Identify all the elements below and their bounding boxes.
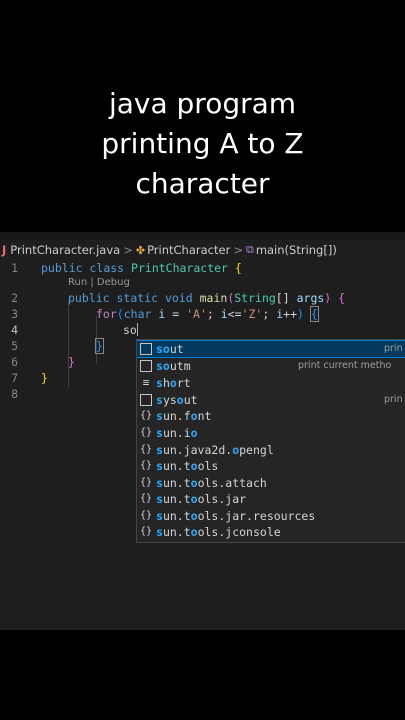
code-line-3[interactable]: for(char i = 'A'; i<='Z'; i++) { bbox=[96, 306, 319, 322]
semicolon: ; bbox=[262, 307, 270, 321]
paren: ) bbox=[324, 291, 332, 305]
line-number: 1 bbox=[11, 261, 18, 275]
code-line-4[interactable]: so bbox=[123, 322, 138, 338]
operator: ++ bbox=[283, 307, 298, 321]
braces-icon: {} bbox=[140, 510, 153, 521]
semicolon: ; bbox=[206, 307, 214, 321]
braces-icon: {} bbox=[140, 526, 153, 537]
variable: i bbox=[158, 307, 166, 321]
video-caption: java program printing A to Z character bbox=[0, 84, 405, 204]
suggestion-widget[interactable]: sout prin soutm print current metho ≡ sh… bbox=[136, 339, 405, 543]
snippet-icon bbox=[140, 394, 152, 406]
line-number: 6 bbox=[11, 355, 18, 369]
text-cursor bbox=[136, 323, 138, 336]
parameter: args bbox=[296, 291, 325, 305]
char-literal: 'A' bbox=[186, 307, 207, 321]
braces-icon: {} bbox=[140, 444, 153, 455]
breadcrumb-separator: > bbox=[123, 243, 133, 257]
brace: } bbox=[95, 338, 104, 354]
suggestion-detail: print current metho bbox=[298, 360, 392, 371]
suggestion-item[interactable]: sysout prin bbox=[137, 392, 405, 408]
line-number: 4 bbox=[11, 323, 18, 337]
text-icon: ≡ bbox=[142, 376, 150, 389]
code-line-7[interactable]: } bbox=[41, 370, 48, 386]
suggestion-item[interactable]: soutm print current metho bbox=[137, 358, 405, 374]
breadcrumb: J PrintCharacter.java > ✤ PrintCharacter… bbox=[0, 240, 405, 260]
suggestion-item[interactable]: {} sun.tools.jconsole bbox=[137, 524, 405, 540]
char-literal: 'Z' bbox=[241, 307, 263, 321]
paren: ) bbox=[297, 307, 304, 321]
brace: { bbox=[234, 261, 242, 275]
code-line-6[interactable]: } bbox=[68, 354, 75, 370]
caption-line-2: printing A to Z bbox=[101, 127, 304, 160]
java-file-icon: J bbox=[2, 243, 7, 257]
code-line-5[interactable]: } bbox=[95, 338, 104, 354]
braces-icon: {} bbox=[140, 477, 153, 488]
keyword: class bbox=[89, 261, 125, 275]
snippet-icon bbox=[140, 343, 152, 355]
suggestion-item[interactable]: sout prin bbox=[137, 340, 405, 358]
variable: i bbox=[220, 307, 228, 321]
brace: { bbox=[338, 291, 346, 305]
suggestion-detail: prin bbox=[384, 394, 403, 405]
suggestion-item[interactable]: {} sun.tools.jar bbox=[137, 491, 405, 507]
keyword: char bbox=[123, 307, 152, 321]
brace: { bbox=[309, 306, 319, 322]
caption-line-3: character bbox=[135, 167, 270, 200]
line-number: 7 bbox=[11, 371, 18, 385]
type-name: String bbox=[234, 291, 276, 305]
indent-guide bbox=[68, 300, 69, 388]
suggestion-item[interactable]: {} sun.io bbox=[137, 425, 405, 441]
breadcrumb-method[interactable]: main(String[]) bbox=[256, 243, 337, 257]
suggestion-detail: prin bbox=[384, 343, 403, 354]
paren: ( bbox=[116, 307, 124, 321]
snippet-icon bbox=[140, 360, 152, 372]
line-number: 2 bbox=[11, 291, 18, 305]
method-icon: ⧉ bbox=[245, 243, 254, 256]
breadcrumb-file[interactable]: PrintCharacter.java bbox=[10, 243, 120, 257]
keyword: void bbox=[164, 291, 193, 305]
suggestion-item[interactable]: ≡ short bbox=[137, 375, 405, 391]
method-name: main bbox=[199, 291, 228, 305]
operator: = bbox=[172, 307, 180, 321]
keyword: for bbox=[96, 307, 117, 321]
line-number: 3 bbox=[11, 307, 18, 321]
suggestion-item[interactable]: {} sun.tools bbox=[137, 458, 405, 474]
suggestion-item[interactable]: {} sun.tools.attach bbox=[137, 475, 405, 491]
code-line-2[interactable]: public static void main(String[] args) { bbox=[68, 290, 345, 306]
line-number: 8 bbox=[11, 387, 18, 401]
breadcrumb-class[interactable]: PrintCharacter bbox=[147, 243, 230, 257]
keyword: public bbox=[68, 291, 110, 305]
breadcrumb-separator: > bbox=[233, 243, 243, 257]
braces-icon: {} bbox=[140, 493, 153, 504]
keyword: static bbox=[116, 291, 159, 305]
suggestion-item[interactable]: {} sun.font bbox=[137, 408, 405, 424]
suggestion-item[interactable]: {} sun.tools.jar.resources bbox=[137, 508, 405, 524]
typed-text: so bbox=[123, 323, 137, 337]
keyword: public bbox=[41, 261, 83, 275]
editor-tab-strip bbox=[0, 232, 405, 240]
array-brackets: [] bbox=[275, 291, 290, 305]
class-icon: ✤ bbox=[135, 243, 146, 257]
class-name: PrintCharacter bbox=[131, 261, 228, 275]
caption-line-1: java program bbox=[108, 87, 297, 120]
braces-icon: {} bbox=[140, 460, 153, 471]
operator: <= bbox=[227, 307, 242, 321]
brace: } bbox=[68, 355, 75, 369]
codelens-run-debug[interactable]: Run | Debug bbox=[68, 276, 130, 290]
braces-icon: {} bbox=[140, 427, 153, 438]
braces-icon: {} bbox=[140, 410, 153, 421]
suggestion-item[interactable]: {} sun.java2d.opengl bbox=[137, 442, 405, 458]
code-line-1[interactable]: public class PrintCharacter { bbox=[41, 260, 242, 276]
line-number: 5 bbox=[11, 339, 18, 353]
brace: } bbox=[41, 371, 48, 385]
